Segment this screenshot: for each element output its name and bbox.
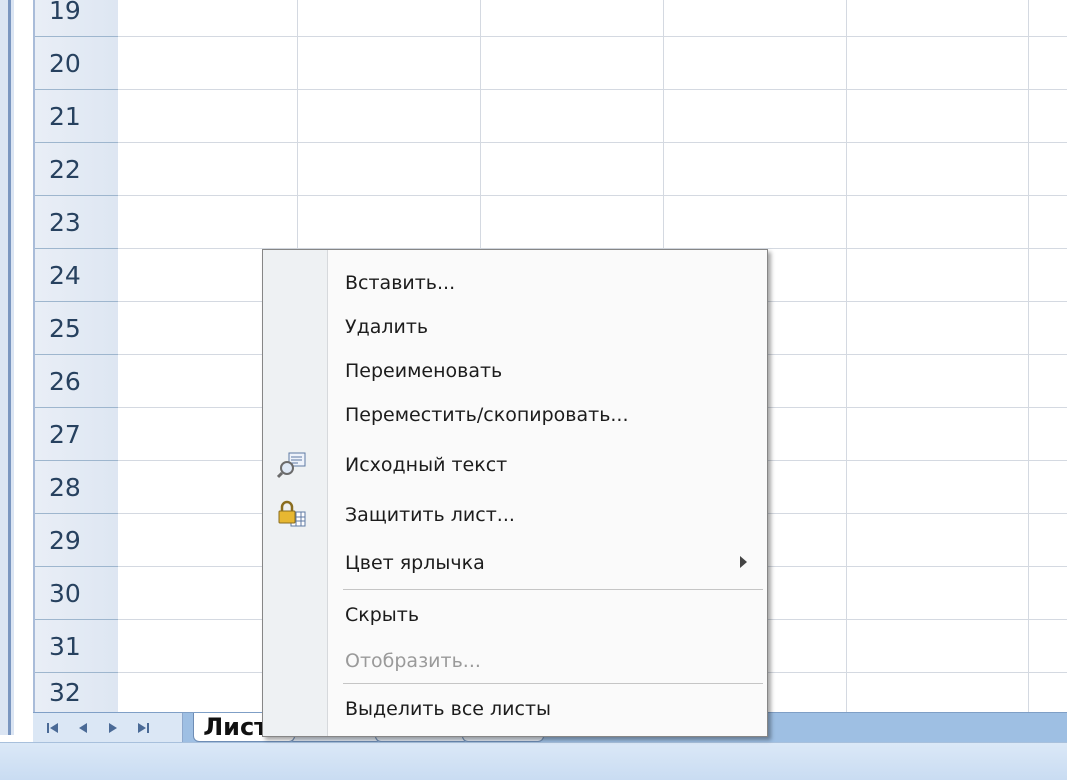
first-sheet-icon[interactable] [45,720,61,736]
status-bar [0,742,1067,780]
next-sheet-icon[interactable] [105,720,121,736]
previous-sheet-icon[interactable] [75,720,91,736]
menu-item-label: Скрыть [345,604,420,626]
menu-item-rename[interactable]: Переименовать [263,349,767,393]
menu-item-label: Переместить/скопировать... [345,404,629,426]
sheet-context-menu: Вставить... Удалить Переименовать Переме… [262,249,768,737]
menu-separator [343,683,763,684]
row-header[interactable]: 20 [35,37,120,90]
row-headers: 19 20 21 22 23 24 25 26 27 28 29 30 31 3… [33,0,120,712]
menu-item-label: Удалить [345,316,429,338]
menu-item-label: Выделить все листы [345,698,552,720]
row-header[interactable]: 25 [35,302,120,355]
row-header[interactable]: 28 [35,461,120,514]
menu-item-tab-color[interactable]: Цвет ярлычка [263,541,767,585]
row-header[interactable]: 29 [35,514,120,567]
menu-item-label: Цвет ярлычка [345,552,485,574]
menu-item-protect-sheet[interactable]: Защитить лист... [263,493,767,537]
menu-item-view-code[interactable]: Исходный текст [263,443,767,487]
menu-item-delete[interactable]: Удалить [263,305,767,349]
submenu-arrow-icon [740,556,747,568]
row-header[interactable]: 22 [35,143,120,196]
last-sheet-icon[interactable] [135,720,151,736]
menu-item-label: Переименовать [345,360,503,382]
menu-item-move-copy[interactable]: Переместить/скопировать... [263,393,767,437]
menu-item-insert[interactable]: Вставить... [263,261,767,305]
row-header[interactable]: 30 [35,567,120,620]
view-code-icon [276,450,307,480]
sheet-navigation [33,713,183,743]
row-header[interactable]: 32 [35,673,120,712]
row-header[interactable]: 24 [35,249,120,302]
menu-item-unhide: Отобразить... [263,639,767,683]
lock-sheet-icon [277,500,307,530]
menu-item-select-all-sheets[interactable]: Выделить все листы [263,687,767,731]
row-header[interactable]: 31 [35,620,120,673]
row-header[interactable]: 21 [35,90,120,143]
menu-item-label: Отобразить... [345,650,481,672]
row-header[interactable]: 23 [35,196,120,249]
menu-item-label: Защитить лист... [345,504,515,526]
row-header[interactable]: 26 [35,355,120,408]
menu-separator [343,589,763,590]
row-header[interactable]: 27 [35,408,120,461]
menu-item-hide[interactable]: Скрыть [263,593,767,637]
menu-item-label: Исходный текст [345,454,508,476]
window-left-border [0,0,14,735]
row-header[interactable]: 19 [35,0,120,37]
menu-item-label: Вставить... [345,272,456,294]
